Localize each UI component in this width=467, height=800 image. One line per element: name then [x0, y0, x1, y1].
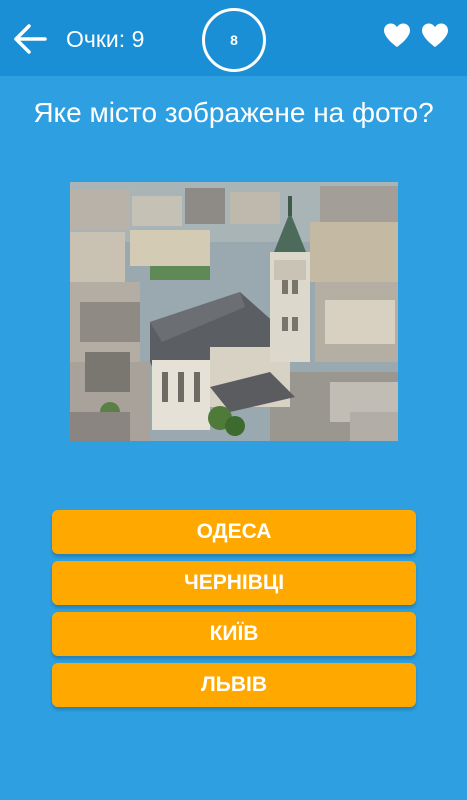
question-text: Яке місто зображене на фото? [33, 97, 434, 128]
answer-button-kyiv[interactable]: КИЇВ [52, 612, 416, 656]
answer-button-chernivtsi[interactable]: ЧЕРНІВЦІ [52, 561, 416, 605]
back-button[interactable] [12, 22, 48, 56]
answer-button-odesa[interactable]: ОДЕСА [52, 510, 416, 554]
city-photo [70, 182, 398, 441]
lives-indicator [383, 22, 449, 50]
heart-icon [384, 23, 410, 47]
top-bar: Очки: 9 8 [0, 0, 467, 76]
score-label: Очки: 9 [66, 26, 145, 52]
arrow-left-icon [14, 24, 47, 54]
timer-counter: 8 [202, 8, 266, 72]
answer-button-lviv[interactable]: ЛЬВІВ [52, 663, 416, 707]
heart-icon [422, 23, 448, 47]
